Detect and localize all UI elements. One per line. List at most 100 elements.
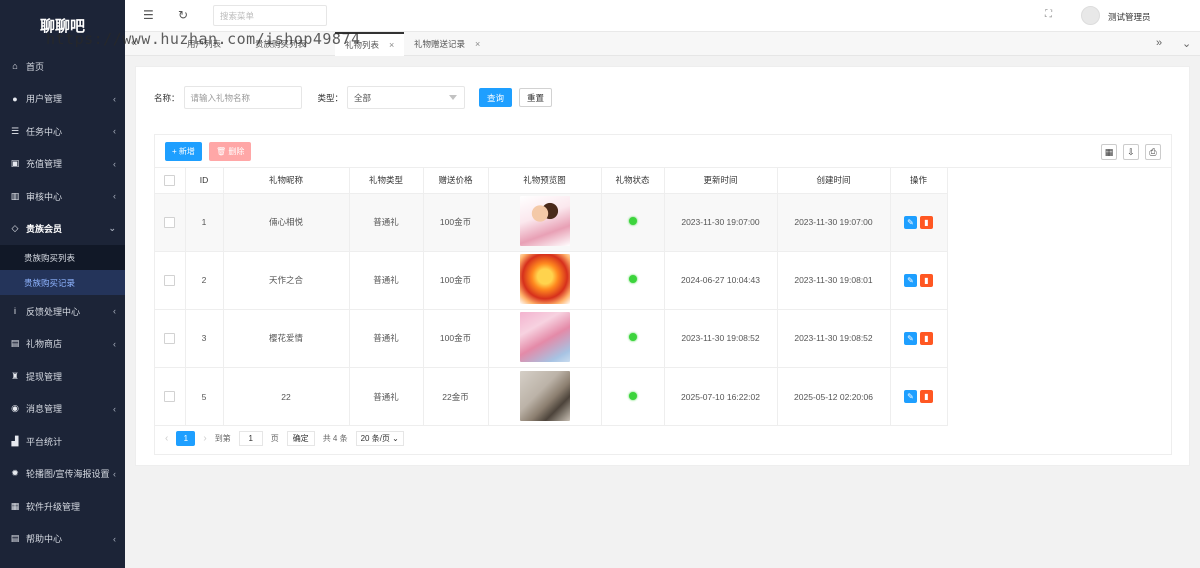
- column-header: 创建时间: [777, 168, 891, 194]
- refresh-icon[interactable]: ↻: [178, 8, 188, 22]
- list-icon: ☰: [10, 125, 20, 136]
- edit-icon[interactable]: ✎: [904, 215, 917, 229]
- cell-updated: 2025-07-10 16:22:02: [664, 367, 778, 427]
- gift-preview-image[interactable]: [519, 196, 570, 247]
- row-checkbox[interactable]: [164, 216, 176, 228]
- trash-icon[interactable]: ▮: [920, 331, 933, 345]
- reset-button[interactable]: 重置: [519, 88, 553, 107]
- edit-icon[interactable]: ✎: [904, 390, 917, 404]
- page-size-select[interactable]: 20 条/页 ⌄: [355, 431, 404, 447]
- gift-name-input[interactable]: 请输入礼物名称: [183, 86, 302, 109]
- top-header: ☰ ↻ 搜索菜单 ⛶ 测试管理员: [125, 0, 1200, 32]
- sidebar-item-feedback[interactable]: i 反馈处理中心 ‹: [0, 295, 125, 328]
- query-button[interactable]: 查询: [479, 88, 513, 107]
- sidebar-item-user-management[interactable]: ● 用户管理 ‹: [0, 83, 125, 116]
- sidebar-item-help[interactable]: ▤ 帮助中心 ‹: [0, 523, 125, 556]
- sidebar-item-recharge[interactable]: ▣ 充值管理 ‹: [0, 148, 125, 181]
- next-page-icon[interactable]: ›: [203, 433, 206, 444]
- fullscreen-icon[interactable]: ⛶: [1045, 9, 1052, 20]
- cell-created: 2023-11-30 19:08:52: [777, 309, 891, 369]
- cell-actions: ✎ ▮: [890, 309, 948, 369]
- edit-icon[interactable]: ✎: [904, 331, 917, 345]
- trash-icon[interactable]: ▮: [920, 273, 933, 287]
- cell-price: 100金币: [423, 309, 489, 369]
- chevron-left-icon: ‹: [113, 93, 116, 104]
- cell-type: 普通礼: [349, 251, 424, 310]
- user-name[interactable]: 测试管理员: [1108, 11, 1151, 23]
- sidebar-item-task-center[interactable]: ☰ 任务中心 ‹: [0, 115, 125, 148]
- chevron-left-icon: ‹: [113, 191, 116, 202]
- chevron-left-icon: ‹: [113, 468, 116, 479]
- page-current-button[interactable]: 1: [176, 431, 196, 447]
- goto-confirm-button[interactable]: 确定: [286, 431, 315, 447]
- cell-name: 倆心相悦: [223, 193, 350, 252]
- sidebar-item-home[interactable]: ⌂ 首页: [0, 50, 125, 83]
- gift-preview-image[interactable]: [519, 312, 570, 363]
- tab-vip-purchase-list[interactable]: 贵族购买列表: [245, 32, 316, 56]
- tab-label: 礼物赠送记录: [414, 39, 466, 49]
- trash-icon[interactable]: ▮: [920, 215, 933, 229]
- column-header: ID: [185, 168, 224, 194]
- tab-gift-send-records[interactable]: 礼物赠送记录 ×: [404, 32, 490, 56]
- row-checkbox[interactable]: [164, 333, 176, 345]
- chart-icon: ▟: [11, 435, 19, 446]
- trash-icon[interactable]: ▮: [920, 390, 933, 404]
- sidebar-submenu-vip: 贵族购买列表 贵族购买记录: [0, 245, 125, 295]
- delete-button[interactable]: 🗑 删除: [209, 142, 252, 161]
- select-all-checkbox[interactable]: [164, 174, 176, 186]
- print-icon[interactable]: ⎙: [1145, 144, 1161, 160]
- sidebar-item-gift-shop[interactable]: ▤ 礼物商店 ‹: [0, 328, 125, 361]
- table-row[interactable]: 1 倆心相悦 普通礼 100金币 2023-11-30 19:07:00 202…: [155, 193, 948, 252]
- avatar[interactable]: [1081, 6, 1100, 25]
- table-row[interactable]: 2 天作之合 普通礼 100金币 2024-06-27 10:04:43 202…: [155, 251, 948, 310]
- menu-search-input[interactable]: 搜索菜单: [213, 5, 327, 26]
- sidebar-subitem-vip-purchase-records[interactable]: 贵族购买记录: [0, 270, 125, 295]
- gift-table: ID 礼物昵称 礼物类型 赠送价格 礼物预览图 礼物状态 更新时间 创建时间 操…: [155, 168, 948, 427]
- sidebar-item-upgrade[interactable]: ▦ 软件升级管理: [0, 490, 125, 523]
- export-icon[interactable]: ⇩: [1123, 144, 1139, 160]
- page-size-value: 20 条/页: [360, 434, 390, 444]
- sidebar-item-messages[interactable]: ◉ 消息管理 ‹: [0, 393, 125, 426]
- gift-preview-image[interactable]: [519, 370, 570, 421]
- close-icon[interactable]: ×: [389, 40, 394, 50]
- sidebar-item-review[interactable]: ▥ 审核中心 ‹: [0, 180, 125, 213]
- cell-price: 22金币: [423, 367, 489, 427]
- tab-user-list[interactable]: 用户列表: [177, 32, 231, 56]
- sidebar-item-statistics[interactable]: ▟ 平台统计: [0, 425, 125, 458]
- close-icon[interactable]: ×: [475, 39, 480, 49]
- add-button[interactable]: + 新增: [165, 142, 202, 161]
- table-row[interactable]: 5 22 普通礼 22金币 2025-07-10 16:22:02 2025-0…: [155, 367, 948, 427]
- sidebar-subitem-vip-purchase-list[interactable]: 贵族购买列表: [0, 245, 125, 270]
- user-icon: ●: [12, 93, 18, 104]
- tab-gift-list[interactable]: 礼物列表 ×: [335, 32, 405, 56]
- gift-preview-image[interactable]: [519, 254, 570, 305]
- chevron-down-icon[interactable]: ⌄: [1182, 37, 1191, 50]
- sidebar-item-vip[interactable]: ◇ 贵族会员 ⌄: [0, 213, 125, 246]
- column-header: 更新时间: [664, 168, 778, 194]
- row-checkbox[interactable]: [164, 274, 176, 286]
- column-header: 礼物类型: [349, 168, 424, 194]
- tabs-scroll-left-icon[interactable]: «: [131, 37, 137, 49]
- menu-collapse-icon[interactable]: ☰: [143, 8, 154, 22]
- total-count: 共 4 条: [322, 434, 348, 444]
- name-label: 名称：: [154, 92, 180, 103]
- type-select[interactable]: 全部: [347, 86, 466, 109]
- edit-icon[interactable]: ✎: [904, 273, 917, 287]
- sidebar-item-label: 轮播图/宣传海报设置: [26, 469, 110, 480]
- columns-filter-icon[interactable]: ▦: [1101, 144, 1117, 160]
- cell-type: 普通礼: [349, 309, 424, 369]
- prev-page-icon[interactable]: ‹: [165, 433, 168, 444]
- table-row[interactable]: 3 樱花爱情 普通礼 100金币 2023-11-30 19:08:52 202…: [155, 309, 948, 369]
- tabs-scroll-right-icon[interactable]: »: [1156, 37, 1162, 49]
- sidebar-item-banner-settings[interactable]: ✹ 轮播图/宣传海报设置 ‹: [0, 458, 125, 491]
- home-icon: ⌂: [12, 61, 18, 72]
- table-toolbar: + 新增 🗑 删除 ▦ ⇩ ⎙: [155, 135, 1171, 168]
- cell-updated: 2023-11-30 19:07:00: [664, 193, 778, 252]
- sidebar-item-withdraw[interactable]: ♜ 提现管理: [0, 360, 125, 393]
- file-icon: ▤: [10, 533, 20, 544]
- upgrade-icon: ▦: [10, 500, 20, 511]
- row-checkbox[interactable]: [164, 391, 176, 403]
- chevron-left-icon: ‹: [113, 158, 116, 169]
- goto-page-input[interactable]: 1: [238, 431, 263, 447]
- status-active-indicator: [628, 217, 637, 226]
